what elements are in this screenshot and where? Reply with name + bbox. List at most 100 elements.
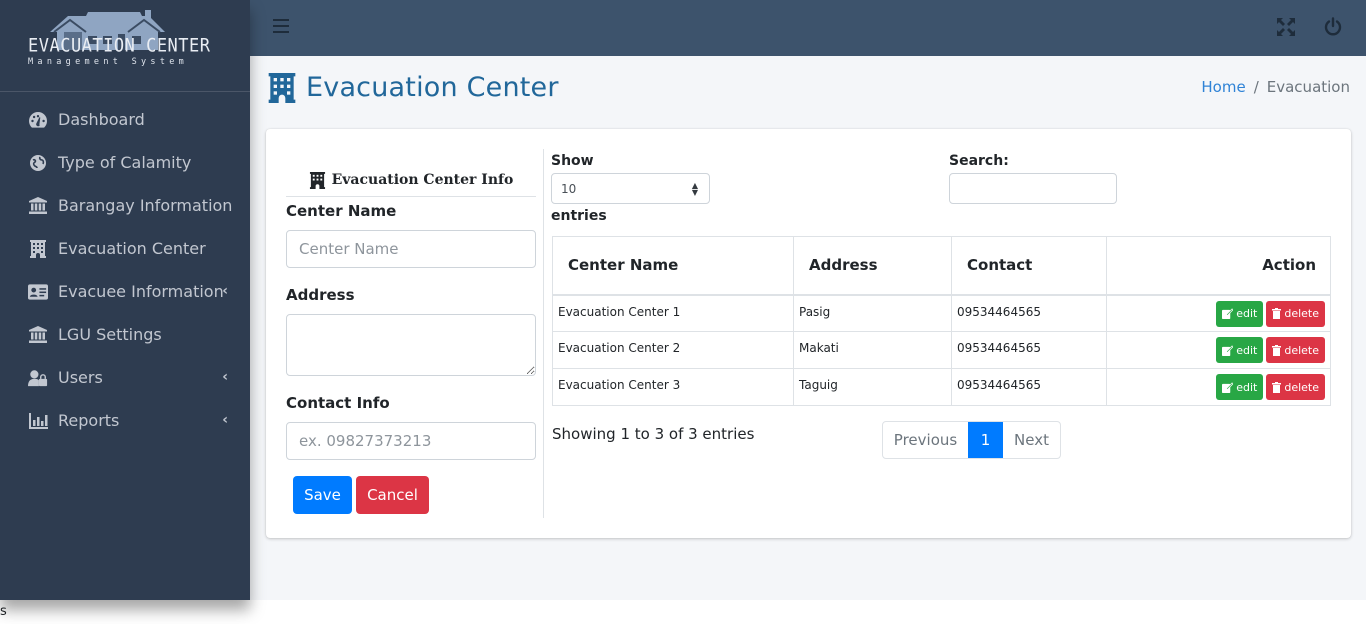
page-size-select[interactable]: 10 ▲ ▼: [551, 173, 710, 204]
column-divider: [543, 149, 544, 518]
column-header-action: Action: [1106, 236, 1331, 296]
page-size-value: 10: [561, 181, 577, 196]
sidebar-item-dashboard[interactable]: Dashboard: [0, 98, 250, 141]
evacuation-center-card: Evacuation Center Info Center Name Addre…: [266, 129, 1351, 538]
delete-label: delete: [1284, 380, 1319, 394]
edit-button[interactable]: edit: [1216, 337, 1264, 363]
pagination-previous[interactable]: Previous: [883, 422, 968, 458]
building-icon: [268, 72, 296, 103]
form-heading: Evacuation Center Info: [286, 149, 536, 197]
power-icon[interactable]: [1323, 17, 1345, 39]
id-card-icon: [28, 283, 48, 301]
cell-center-name: Evacuation Center 2: [552, 331, 794, 369]
brand-logo[interactable]: EVACUATION CENTER Management System: [0, 0, 250, 92]
breadcrumb-current: Evacuation: [1266, 78, 1350, 96]
chevron-left-icon: ‹: [222, 412, 228, 428]
tachometer-icon: [28, 111, 48, 129]
chevron-left-icon: ‹: [222, 369, 228, 385]
edit-button[interactable]: edit: [1216, 374, 1264, 400]
sidebar-item-evacuee-information[interactable]: Evacuee Information ‹: [0, 270, 250, 313]
landmark-icon: [28, 197, 48, 215]
pagination-page-1[interactable]: 1: [968, 422, 1003, 458]
cell-contact: 09534464565: [951, 294, 1107, 332]
app-root: EVACUATION CENTER Management System Dash…: [0, 0, 1366, 600]
sidebar-nav: Dashboard Type of Calamity Barangay Info…: [0, 92, 250, 442]
breadcrumb: Home / Evacuation: [1201, 78, 1350, 96]
cancel-button[interactable]: Cancel: [356, 476, 429, 514]
sidebar-item-reports[interactable]: Reports ‹: [0, 399, 250, 442]
cell-actions: edit delete: [1106, 368, 1331, 406]
save-button[interactable]: Save: [293, 476, 352, 514]
sidebar-item-label: Type of Calamity: [58, 153, 192, 172]
page-title-text: Evacuation Center: [306, 72, 559, 103]
sidebar-item-lgu-settings[interactable]: LGU Settings: [0, 313, 250, 356]
university-icon: [28, 326, 48, 344]
sidebar-item-label: Reports: [58, 411, 120, 430]
column-header-center-name[interactable]: Center Name: [552, 236, 794, 296]
fullscreen-icon[interactable]: [1277, 18, 1297, 38]
pagination-next[interactable]: Next: [1003, 422, 1060, 458]
delete-button[interactable]: delete: [1266, 300, 1325, 327]
building-icon: [28, 239, 48, 258]
sort-arrows-icon: ▲ ▼: [691, 181, 698, 197]
entries-label: entries: [551, 208, 607, 224]
table-row: Evacuation Center 2 Makati 09534464565 e…: [552, 331, 1331, 369]
sidebar-item-label: Evacuee Information: [58, 282, 224, 301]
center-name-input[interactable]: [286, 230, 536, 268]
cell-address: Taguig: [793, 368, 952, 406]
contact-info-input[interactable]: [286, 422, 536, 460]
building-icon: [309, 171, 325, 189]
edit-label: edit: [1236, 307, 1258, 320]
sidebar-item-evacuation-center[interactable]: Evacuation Center: [0, 227, 250, 270]
stray-text: s: [0, 604, 7, 619]
table-header-row: Center Name Address Contact Action: [552, 236, 1331, 296]
breadcrumb-home-link[interactable]: Home: [1201, 78, 1245, 96]
edit-button[interactable]: edit: [1216, 300, 1264, 327]
form-heading-text: Evacuation Center Info: [331, 172, 514, 188]
cell-address: Pasig: [793, 294, 952, 332]
chart-bar-icon: [28, 412, 48, 430]
cell-actions: edit delete: [1106, 331, 1331, 369]
cell-actions: edit delete: [1106, 294, 1331, 332]
delete-button[interactable]: delete: [1266, 337, 1325, 363]
column-header-contact[interactable]: Contact: [951, 236, 1107, 296]
sidebar-item-label: LGU Settings: [58, 325, 162, 344]
trash-icon: [1272, 344, 1282, 356]
trash-icon: [1272, 308, 1282, 319]
table-row: Evacuation Center 1 Pasig 09534464565 ed…: [552, 294, 1331, 332]
sidebar-item-barangay-information[interactable]: Barangay Information: [0, 184, 250, 227]
delete-label: delete: [1284, 307, 1319, 320]
table-info: Showing 1 to 3 of 3 entries: [552, 425, 755, 443]
cell-contact: 09534464565: [951, 331, 1107, 369]
cell-address: Makati: [793, 331, 952, 369]
address-label: Address: [286, 286, 355, 304]
sidebar-item-label: Dashboard: [58, 110, 145, 129]
column-header-address[interactable]: Address: [793, 236, 952, 296]
sidebar-item-label: Users: [58, 368, 103, 387]
address-textarea[interactable]: [286, 314, 536, 376]
globe-icon: [28, 154, 48, 172]
search-label: Search:: [949, 153, 1009, 169]
evacuation-center-table: Center Name Address Contact Action Evacu…: [552, 236, 1331, 406]
evacuation-center-form: Evacuation Center Info Center Name Addre…: [286, 149, 536, 518]
search-input[interactable]: [949, 173, 1117, 204]
brand-title: EVACUATION CENTER: [28, 35, 211, 57]
sidebar-item-label: Evacuation Center: [58, 239, 206, 258]
sidebar-item-type-of-calamity[interactable]: Type of Calamity: [0, 141, 250, 184]
form-actions: Save Cancel: [286, 476, 536, 514]
cell-contact: 09534464565: [951, 368, 1107, 406]
sidebar: EVACUATION CENTER Management System Dash…: [0, 0, 250, 600]
delete-button[interactable]: delete: [1266, 374, 1325, 400]
sidebar-item-users[interactable]: Users ‹: [0, 356, 250, 399]
chevron-left-icon: ‹: [222, 283, 228, 299]
user-lock-icon: [28, 369, 48, 387]
cell-center-name: Evacuation Center 1: [552, 294, 794, 332]
edit-icon: [1222, 381, 1234, 393]
brand-subtitle: Management System: [28, 57, 189, 67]
center-name-label: Center Name: [286, 202, 397, 220]
page-title: Evacuation Center: [266, 72, 559, 103]
table-row: Evacuation Center 3 Taguig 09534464565 e…: [552, 368, 1331, 406]
hamburger-menu-icon[interactable]: [273, 19, 289, 35]
trash-icon: [1272, 381, 1282, 393]
edit-icon: [1222, 344, 1234, 356]
